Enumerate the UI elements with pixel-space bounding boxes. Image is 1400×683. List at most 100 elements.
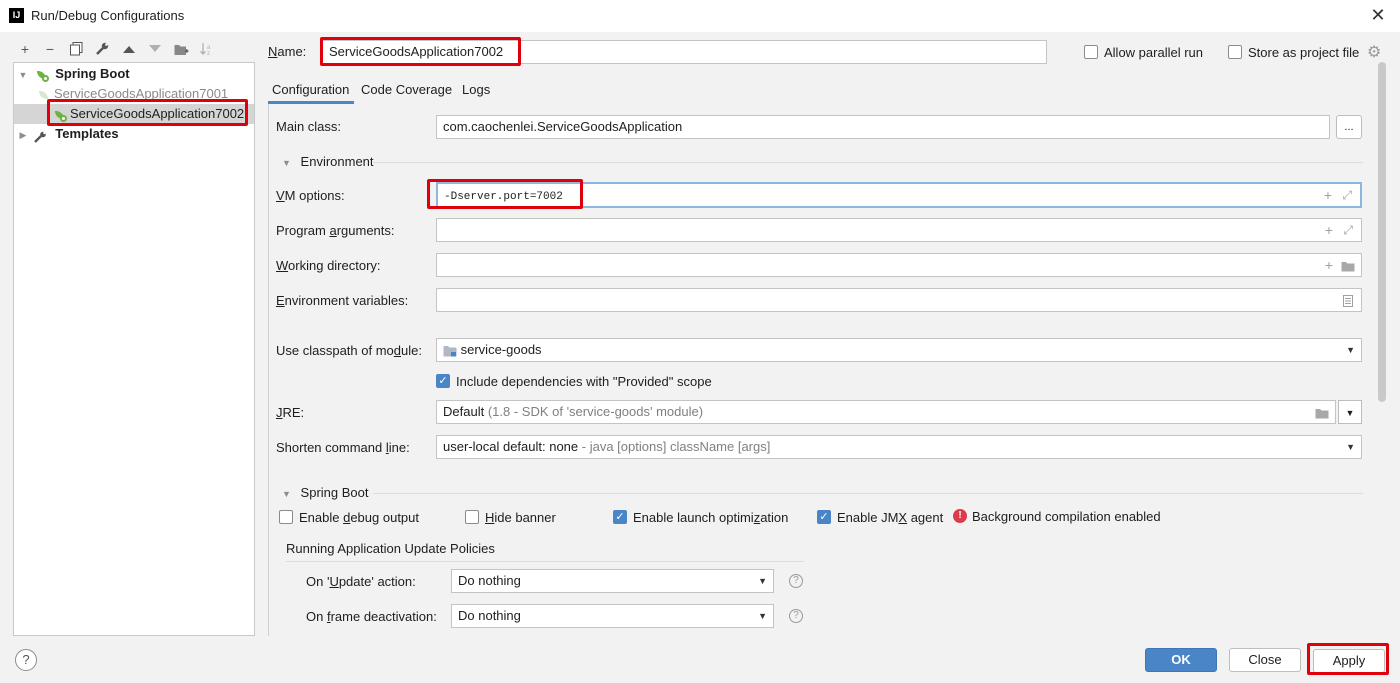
- minus-icon[interactable]: −: [41, 40, 59, 58]
- env-vars-field[interactable]: [436, 288, 1362, 312]
- enable-debug-label: Enable debug output: [299, 510, 420, 525]
- gear-icon[interactable]: ⚙: [1367, 42, 1381, 62]
- expand-editor-icon[interactable]: ⤢: [1343, 219, 1353, 241]
- configuration-tree[interactable]: ▼ Spring Boot ServiceGoodsApplication700…: [13, 62, 255, 636]
- expand-plus-icon[interactable]: +: [1325, 219, 1333, 241]
- frame-deact-label: On frame deactivation:: [306, 609, 437, 624]
- browse-main-class-button[interactable]: ...: [1336, 115, 1362, 139]
- help-button[interactable]: ?: [15, 649, 37, 671]
- name-label: Name:: [268, 44, 307, 59]
- intellij-logo-icon: IJ: [9, 8, 24, 23]
- collapse-arrow-icon[interactable]: ▶: [16, 125, 30, 145]
- window-title: Run/Debug Configurations: [31, 8, 185, 23]
- main-class-field[interactable]: com.caochenlei.ServiceGoodsApplication: [436, 115, 1330, 139]
- env-vars-label: Environment variables:: [276, 293, 409, 308]
- highlight-name-field: [320, 37, 521, 66]
- dropdown-arrow-icon: ▼: [758, 576, 767, 586]
- update-action-select[interactable]: Do nothing ▼: [451, 569, 774, 593]
- tree-group-templates[interactable]: ▶ Templates: [16, 124, 119, 144]
- plus-icon[interactable]: +: [16, 40, 34, 58]
- store-project-label: Store as project file: [1248, 45, 1360, 60]
- shorten-value: user-local default: none: [443, 439, 579, 454]
- arrow-down-icon[interactable]: [146, 40, 164, 58]
- tree-group-label: Spring Boot: [55, 66, 130, 81]
- error-icon: !: [953, 509, 967, 523]
- bg-compilation-label: Background compilation enabled: [972, 509, 1161, 524]
- launch-optimization-checkbox[interactable]: ✓: [613, 510, 627, 524]
- title-bar: [0, 0, 1400, 32]
- working-dir-label: Working directory:: [276, 258, 381, 273]
- shorten-label: Shorten command line:: [276, 440, 410, 455]
- update-action-value: Do nothing: [458, 573, 521, 588]
- expand-editor-icon[interactable]: ⤢: [1342, 184, 1352, 206]
- enable-debug-checkbox[interactable]: [279, 510, 293, 524]
- document-icon[interactable]: [1343, 289, 1353, 311]
- close-window-icon[interactable]: ✕: [1366, 4, 1390, 26]
- jre-label: JRE:: [276, 405, 305, 420]
- spring-boot-icon: [34, 69, 49, 82]
- sort-icon[interactable]: az: [198, 40, 216, 58]
- expand-arrow-icon[interactable]: ▼: [16, 65, 30, 85]
- include-deps-checkbox[interactable]: ✓: [436, 374, 450, 388]
- frame-deact-select[interactable]: Do nothing ▼: [451, 604, 774, 628]
- help-icon[interactable]: ?: [789, 574, 803, 588]
- tab-logs[interactable]: Logs: [462, 82, 490, 97]
- jmx-agent-label: Enable JMX agent: [837, 510, 944, 525]
- program-args-label: Program arguments:: [276, 223, 395, 238]
- section-divider: [286, 561, 804, 562]
- tree-group-spring-boot[interactable]: ▼ Spring Boot: [16, 64, 130, 84]
- program-args-field[interactable]: + ⤢: [436, 218, 1362, 242]
- dropdown-arrow-icon: ▼: [1346, 345, 1355, 355]
- main-class-label: Main class:: [276, 119, 342, 134]
- folder-icon[interactable]: [1341, 254, 1355, 276]
- tab-code-coverage[interactable]: Code Coverage: [361, 82, 452, 97]
- launch-optimization-label: Enable launch optimization: [633, 510, 789, 525]
- highlight-apply-button: [1307, 643, 1389, 675]
- spring-boot-section-header[interactable]: ▼ Spring Boot: [282, 485, 368, 500]
- wrench-icon[interactable]: [93, 40, 111, 58]
- classpath-value: service-goods: [460, 342, 542, 357]
- dropdown-arrow-icon: ▼: [1345, 408, 1355, 418]
- jre-hint: (1.8 - SDK of 'service-goods' module): [487, 404, 704, 419]
- working-dir-field[interactable]: +: [436, 253, 1362, 277]
- update-action-label: On 'Update' action:: [306, 574, 416, 589]
- folder-icon[interactable]: [1315, 401, 1329, 423]
- policies-header: Running Application Update Policies: [286, 541, 495, 556]
- wrench-icon: [33, 129, 48, 143]
- close-button[interactable]: Close: [1229, 648, 1301, 672]
- expand-plus-icon[interactable]: +: [1325, 254, 1333, 276]
- jre-value: Default: [443, 404, 485, 419]
- jre-field[interactable]: Default (1.8 - SDK of 'service-goods' mo…: [436, 400, 1336, 424]
- scrollbar[interactable]: [1378, 62, 1386, 402]
- hide-banner-checkbox[interactable]: [465, 510, 479, 524]
- highlight-tree-item: [47, 99, 248, 126]
- frame-deact-value: Do nothing: [458, 608, 521, 623]
- allow-parallel-checkbox[interactable]: [1084, 45, 1098, 59]
- include-deps-label: Include dependencies with "Provided" sco…: [456, 374, 712, 389]
- tab-configuration[interactable]: Configuration: [272, 82, 349, 97]
- store-project-checkbox[interactable]: [1228, 45, 1242, 59]
- classpath-label: Use classpath of module:: [276, 343, 422, 358]
- section-divider: [373, 493, 1363, 494]
- classpath-select[interactable]: service-goods ▼: [436, 338, 1362, 362]
- highlight-vm-options: [427, 179, 583, 209]
- copy-icon[interactable]: [67, 40, 85, 58]
- jmx-agent-checkbox[interactable]: ✓: [817, 510, 831, 524]
- svg-text:z: z: [207, 51, 210, 56]
- collapse-arrow-icon: ▼: [282, 158, 291, 168]
- ok-button[interactable]: OK: [1145, 648, 1217, 672]
- help-icon[interactable]: ?: [789, 609, 803, 623]
- folder-icon[interactable]: [172, 40, 190, 58]
- jre-dropdown-button[interactable]: ▼: [1338, 400, 1362, 424]
- expand-plus-icon[interactable]: +: [1324, 184, 1332, 206]
- templates-label: Templates: [55, 126, 119, 141]
- module-folder-icon: [443, 345, 457, 357]
- section-divider: [373, 162, 1363, 163]
- shorten-select[interactable]: user-local default: none - java [options…: [436, 435, 1362, 459]
- dropdown-arrow-icon: ▼: [758, 611, 767, 621]
- arrow-up-icon[interactable]: [120, 40, 138, 58]
- collapse-arrow-icon: ▼: [282, 489, 291, 499]
- hide-banner-label: Hide banner: [485, 510, 556, 525]
- shorten-hint: - java [options] className [args]: [581, 439, 771, 454]
- environment-section-header[interactable]: ▼ Environment: [282, 154, 374, 169]
